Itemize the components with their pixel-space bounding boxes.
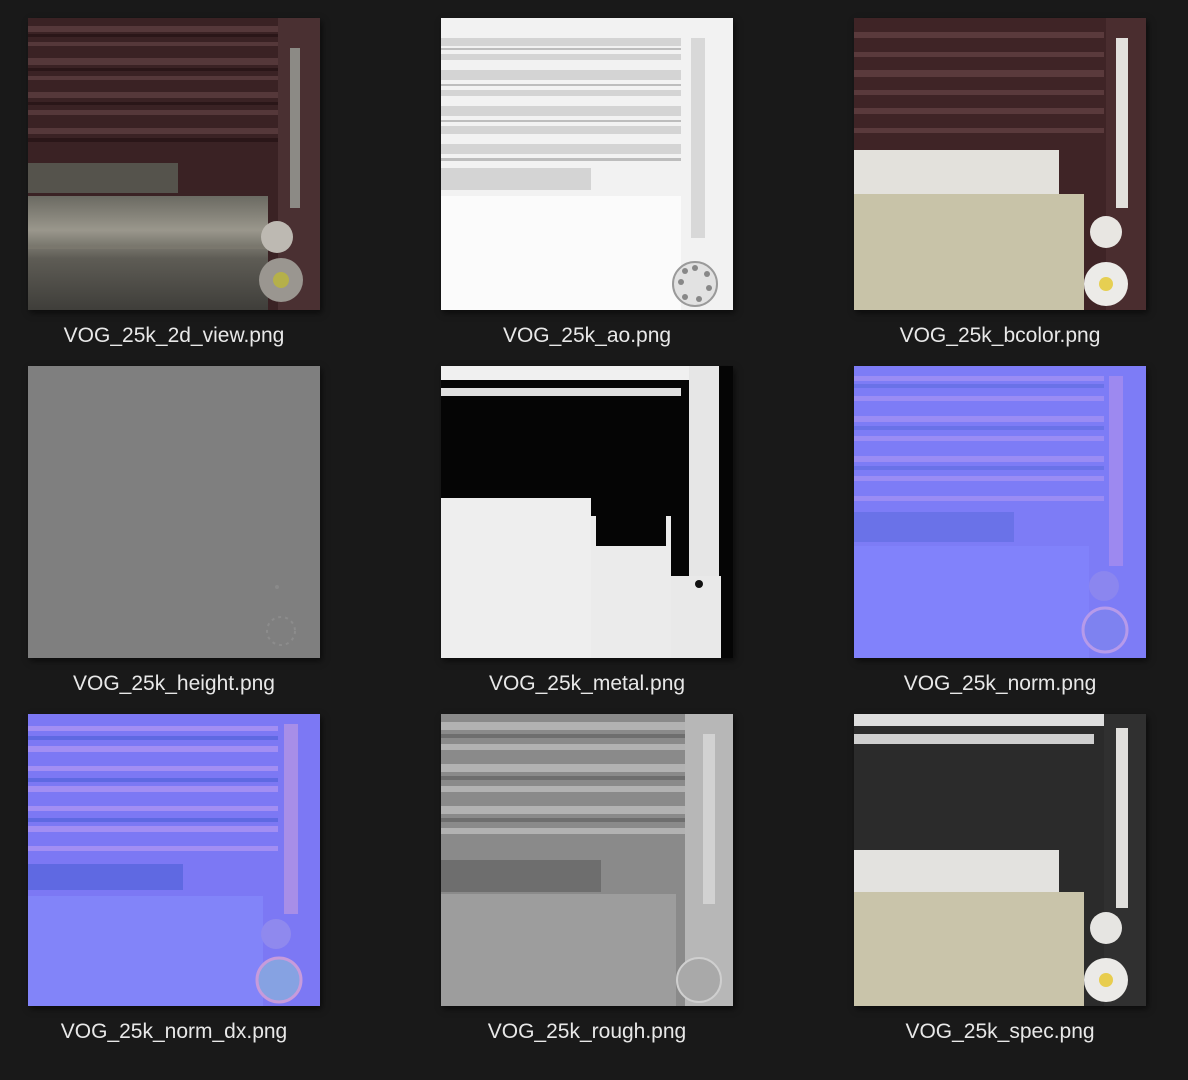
file-name: VOG_25k_rough.png <box>487 1020 687 1043</box>
texture-metal-thumbnail[interactable] <box>441 366 733 658</box>
file-name: VOG_25k_norm.png <box>903 672 1097 695</box>
file-item-norm[interactable]: VOG_25k_norm.png <box>854 366 1146 696</box>
file-item-bcolor[interactable]: VOG_25k_bcolor.png <box>854 18 1146 348</box>
file-item-spec[interactable]: VOG_25k_spec.png <box>854 714 1146 1044</box>
texture-rough-thumbnail[interactable] <box>441 714 733 1006</box>
texture-bcolor-thumbnail[interactable] <box>854 18 1146 310</box>
file-name: VOG_25k_bcolor.png <box>899 324 1101 347</box>
file-browser-view: VOG_25k_2d_view.png VOG_25k_ao.png VOG_2… <box>0 0 1188 1080</box>
file-name: VOG_25k_spec.png <box>905 1020 1095 1043</box>
file-item-height[interactable]: VOG_25k_height.png <box>28 366 320 696</box>
file-item-metal[interactable]: VOG_25k_metal.png <box>441 366 733 696</box>
texture-2d-view-thumbnail[interactable] <box>28 18 320 310</box>
file-name: VOG_25k_ao.png <box>502 324 672 347</box>
texture-ao-thumbnail[interactable] <box>441 18 733 310</box>
file-name: VOG_25k_metal.png <box>488 672 686 695</box>
file-item-rough[interactable]: VOG_25k_rough.png <box>441 714 733 1044</box>
file-name: VOG_25k_norm_dx.png <box>60 1020 288 1043</box>
file-item-norm-dx[interactable]: VOG_25k_norm_dx.png <box>28 714 320 1044</box>
texture-height-thumbnail[interactable] <box>28 366 320 658</box>
texture-spec-thumbnail[interactable] <box>854 714 1146 1006</box>
texture-norm-thumbnail[interactable] <box>854 366 1146 658</box>
file-name: VOG_25k_2d_view.png <box>63 324 285 347</box>
file-item-2d-view[interactable]: VOG_25k_2d_view.png <box>28 18 320 348</box>
file-name: VOG_25k_height.png <box>73 672 275 695</box>
texture-norm-dx-thumbnail[interactable] <box>28 714 320 1006</box>
file-item-ao[interactable]: VOG_25k_ao.png <box>441 18 733 348</box>
